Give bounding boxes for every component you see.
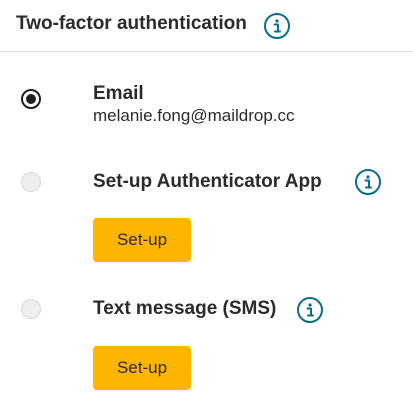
email-address: melanie.fong@maildrop.cc xyxy=(93,106,295,125)
page-title: Two-factor authentication xyxy=(16,13,247,34)
email-option-title: Email xyxy=(93,83,144,104)
authenticator-app-option-title: Set-up Authenticator App xyxy=(93,171,322,192)
setup-sms-button[interactable]: Set-up xyxy=(93,346,191,390)
sms-radio[interactable] xyxy=(21,299,41,319)
info-icon[interactable] xyxy=(297,297,323,323)
authenticator-app-radio[interactable] xyxy=(21,172,41,192)
email-radio[interactable] xyxy=(21,89,41,109)
info-icon[interactable] xyxy=(264,13,290,39)
section-header: Two-factor authentication xyxy=(0,0,413,52)
setup-authenticator-app-button[interactable]: Set-up xyxy=(93,218,191,262)
info-icon[interactable] xyxy=(355,169,381,195)
sms-option-title: Text message (SMS) xyxy=(93,298,277,319)
